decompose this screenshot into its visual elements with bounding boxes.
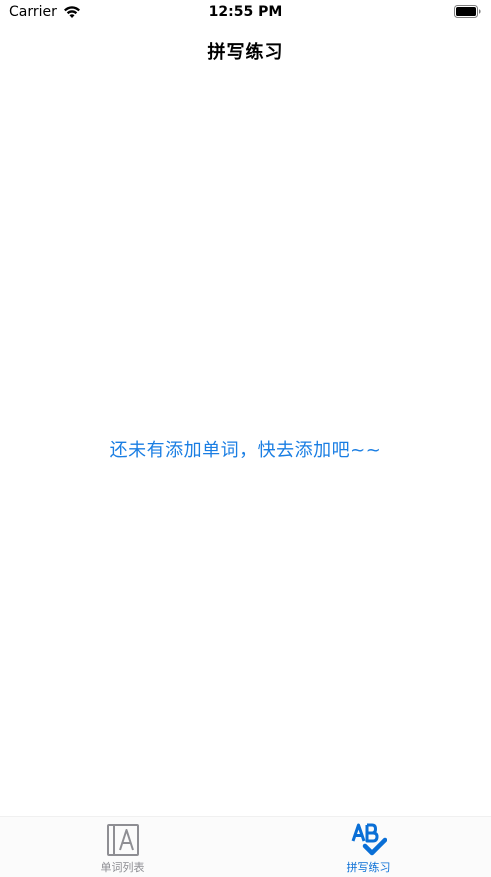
- spelling-check-icon: [351, 823, 387, 856]
- tab-bar: 单词列表 拼写练习: [0, 816, 491, 877]
- tab-spelling-practice[interactable]: 拼写练习: [246, 817, 491, 877]
- app-screen: Carrier 12:55 PM 拼写练习 还未有添加单词，快去添加吧~~ 单词…: [0, 0, 491, 877]
- tab-word-list-label: 单词列表: [100, 861, 145, 874]
- status-bar: Carrier 12:55 PM: [0, 0, 491, 26]
- word-list-icon: [106, 824, 139, 856]
- status-time: 12:55 PM: [208, 4, 283, 20]
- battery-icon: [454, 5, 481, 18]
- navigation-bar: 拼写练习: [0, 26, 491, 74]
- tab-spelling-practice-label: 拼写练习: [346, 861, 391, 874]
- empty-state-message: 还未有添加单词，快去添加吧~~: [109, 440, 382, 461]
- page-title: 拼写练习: [207, 42, 284, 63]
- tab-word-list[interactable]: 单词列表: [0, 817, 245, 877]
